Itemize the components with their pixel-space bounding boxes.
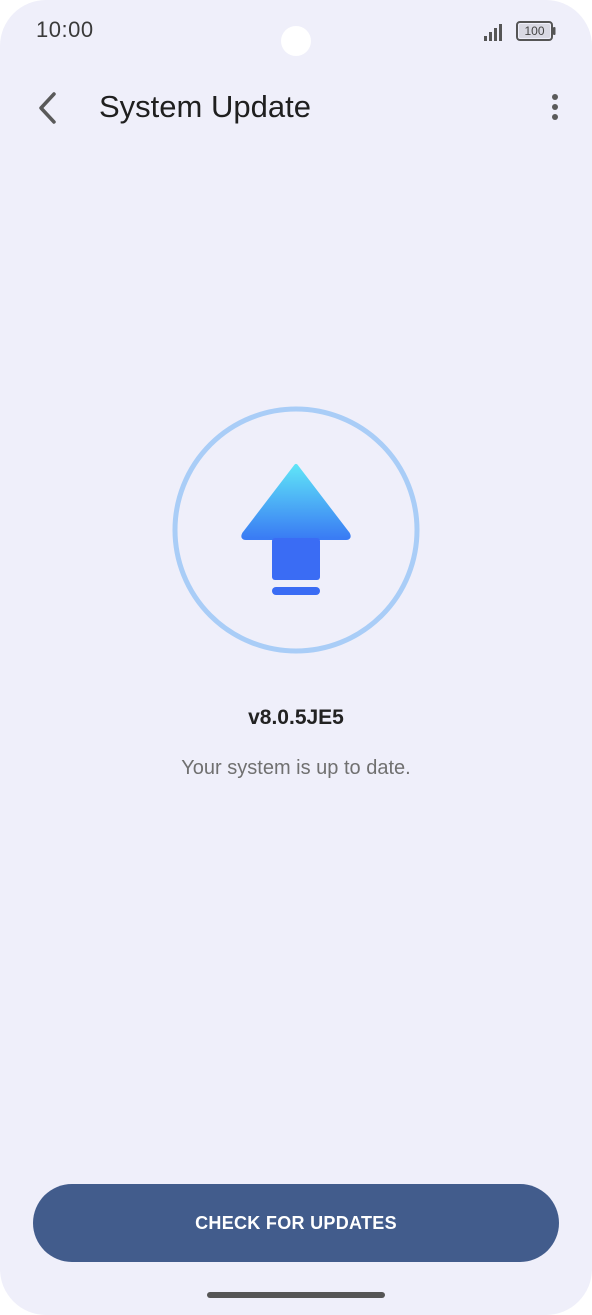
phone-screen: 10:00 100 System Update v8.0.5JE5 Your s… [0,0,592,1315]
status-time: 10:00 [36,17,94,42]
back-button[interactable] [24,84,72,132]
page-title: System Update [99,89,311,124]
camera-cutout [281,26,311,56]
home-indicator[interactable] [207,1292,385,1298]
chevron-left-icon [39,92,56,124]
more-options-button[interactable] [535,88,575,128]
more-vertical-icon [552,94,558,120]
battery-level: 100 [524,24,545,38]
upload-arrow-icon [172,406,420,654]
update-status-message: Your system is up to date. [181,757,411,779]
signal-bars-icon [484,24,502,41]
version-text: v8.0.5JE5 [248,706,344,729]
check-for-updates-button[interactable]: CHECK FOR UPDATES [33,1184,559,1262]
